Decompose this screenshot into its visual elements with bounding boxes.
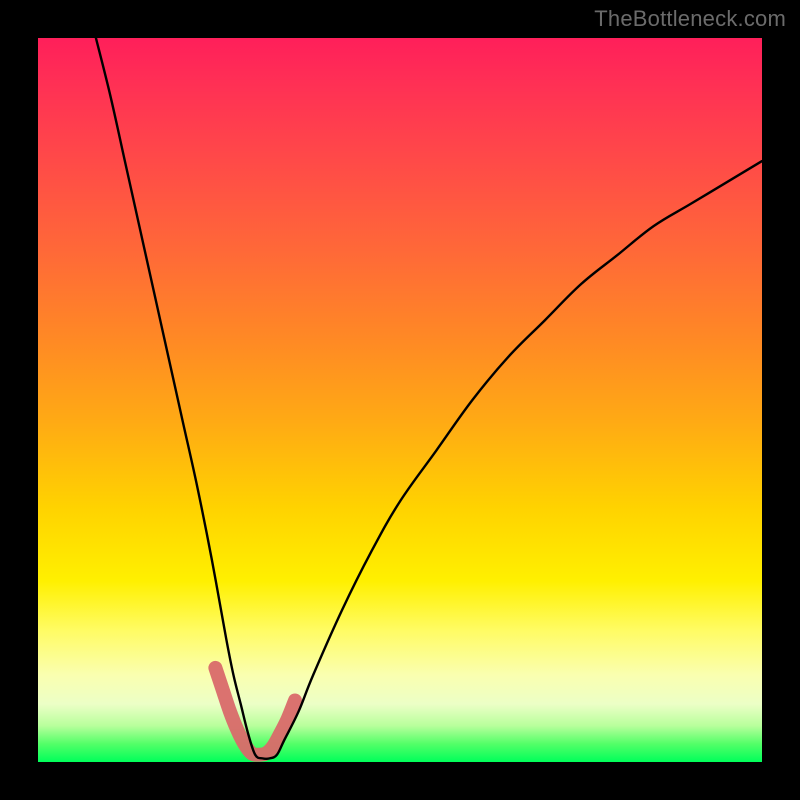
plot-area: [38, 38, 762, 762]
watermark-text: TheBottleneck.com: [594, 6, 786, 32]
chart-svg: [38, 38, 762, 762]
chart-frame: TheBottleneck.com: [0, 0, 800, 800]
valley-highlight-series: [215, 668, 295, 755]
valley-highlight-path: [215, 668, 295, 755]
bottleneck-curve-series: [96, 38, 762, 759]
bottleneck-curve-path: [96, 38, 762, 759]
